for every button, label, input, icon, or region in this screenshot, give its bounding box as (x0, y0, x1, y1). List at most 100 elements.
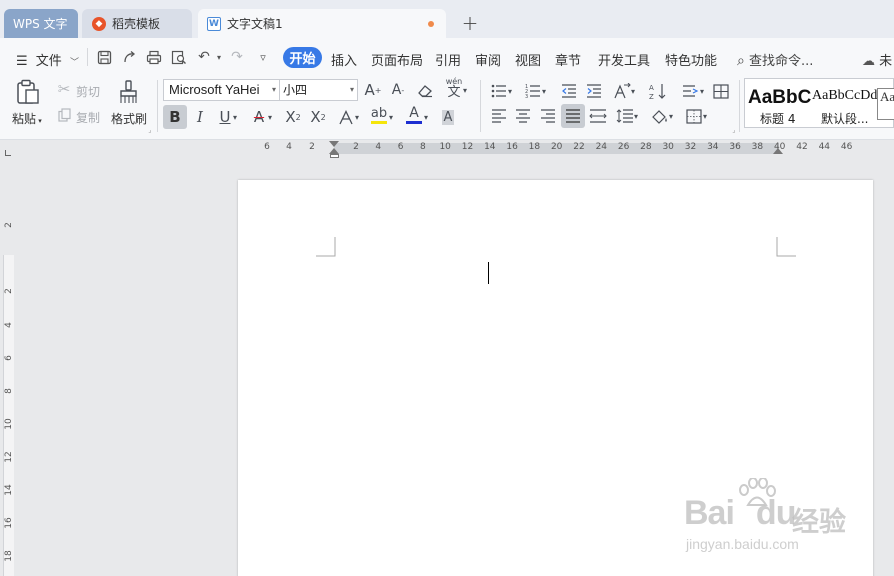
chevron-down-icon[interactable]: ▾ (386, 106, 396, 128)
tab-template[interactable]: ◆ 稻壳模板 (82, 9, 192, 38)
align-center-icon[interactable] (512, 105, 534, 127)
style-label: 默认段... (821, 112, 869, 126)
tab-insert[interactable]: 插入 (331, 50, 357, 69)
file-menu-button[interactable]: ☰ 文件 ﹀ (16, 50, 79, 69)
subscript-button[interactable]: X2 (307, 106, 329, 128)
sort-icon[interactable]: AZ (647, 80, 669, 102)
chevron-down-icon: ﹀ (69, 58, 79, 68)
ruler-number: 4 (4, 322, 14, 328)
hamburger-icon: ☰ (16, 54, 28, 69)
align-justify-button[interactable] (561, 104, 585, 128)
font-color-swatch (406, 121, 422, 124)
tab-review[interactable]: 审阅 (475, 50, 501, 69)
ruler-number: 14 (4, 484, 14, 496)
ruler-corner-tab-icon[interactable] (5, 150, 11, 156)
tab-page-layout[interactable]: 页面布局 (371, 50, 423, 69)
clear-format-icon[interactable] (414, 79, 436, 101)
tab-references[interactable]: 引用 (435, 50, 461, 69)
decrease-indent-icon[interactable] (558, 80, 580, 102)
cloud-status[interactable]: ☁ 未 (862, 50, 892, 69)
tab-chapter[interactable]: 章节 (555, 50, 581, 69)
ruler-number: 4 (286, 142, 292, 152)
chevron-down-icon[interactable]: ▾ (631, 105, 641, 127)
document-page[interactable] (238, 180, 873, 576)
chevron-down-icon[interactable]: ▾ (666, 105, 676, 127)
paste-button[interactable] (14, 78, 42, 106)
superscript-button[interactable]: X2 (282, 106, 304, 128)
chevron-down-icon[interactable]: ▾ (460, 79, 470, 101)
increase-indent-icon[interactable] (583, 80, 605, 102)
tab-document[interactable]: W 文字文稿1 (198, 9, 446, 38)
tab-start[interactable]: 开始 (283, 47, 322, 68)
right-indent-marker[interactable] (773, 148, 783, 154)
undo-dropdown-icon[interactable]: ▾ (210, 48, 228, 66)
chevron-down-icon[interactable]: ▾ (628, 80, 638, 102)
ruler-number: 16 (4, 517, 14, 529)
ruler-number: 30 (662, 142, 674, 152)
italic-button[interactable]: I (189, 106, 211, 128)
ruler-number: 6 (4, 355, 14, 361)
tab-special-features[interactable]: 特色功能 (665, 50, 717, 69)
left-indent-marker[interactable] (330, 154, 339, 158)
format-painter-icon[interactable] (116, 79, 142, 105)
ruler-number: 38 (751, 142, 764, 152)
ruler-number: 28 (640, 142, 652, 152)
print-preview-icon[interactable] (170, 48, 188, 66)
decrease-font-icon[interactable]: A- (387, 79, 409, 101)
style-gallery: AaBbC 标题 4 AaBbCcDd 默认段... Aa (744, 78, 894, 128)
search-icon: ⌕ (737, 53, 745, 69)
chevron-down-icon[interactable]: ▾ (421, 106, 431, 128)
export-pdf-icon[interactable] (120, 48, 138, 66)
clipboard-expand-icon[interactable]: ⌟ (146, 126, 154, 134)
chevron-down-icon[interactable]: ▾ (505, 80, 515, 102)
tab-view[interactable]: 视图 (515, 50, 541, 69)
cut-label[interactable]: 剪切 (76, 83, 100, 100)
bold-button[interactable]: B (163, 105, 187, 129)
style-next[interactable]: Aa (877, 88, 894, 120)
distributed-align-icon[interactable] (587, 105, 609, 127)
customize-toolbar-icon[interactable]: ▿ (254, 48, 272, 66)
chevron-down-icon[interactable]: ▾ (230, 106, 240, 128)
align-justify-icon (566, 109, 580, 123)
chevron-down-icon[interactable]: ▾ (539, 80, 549, 102)
word-doc-icon: W (207, 16, 221, 31)
chevron-down-icon[interactable]: ▾ (700, 105, 710, 127)
chevron-down-icon[interactable]: ▾ (697, 80, 707, 102)
chevron-down-icon[interactable]: ▾ (265, 106, 275, 128)
command-search[interactable]: ⌕ 查找命令... (737, 50, 813, 69)
align-right-icon[interactable] (537, 105, 559, 127)
increase-font-icon[interactable]: A + (362, 79, 384, 101)
format-painter-label[interactable]: 格式刷 (111, 110, 147, 127)
tab-label: WPS 文字 (13, 17, 68, 31)
scissors-icon[interactable]: ✂ (56, 80, 72, 98)
ribbon-start: 粘贴 ▾ ✂ 剪切 复制 格式刷 ⌟ Microsoft YaHei ▾ 小四 … (0, 74, 894, 140)
ruler-number: 26 (617, 142, 630, 152)
margin-corner-top-left (316, 237, 336, 257)
align-left-icon[interactable] (488, 105, 510, 127)
tab-label: 稻壳模板 (112, 17, 161, 31)
style-preview: AaBbCcDd (812, 88, 878, 103)
copy-icon[interactable] (56, 107, 72, 123)
redo-icon[interactable]: ↷ (228, 48, 246, 66)
style-preview: AaBbC (748, 87, 812, 108)
tab-wps-writer[interactable]: WPS 文字 (4, 9, 78, 38)
print-icon[interactable] (145, 48, 163, 66)
character-shading-icon[interactable]: A (437, 106, 459, 128)
chevron-down-icon: ▾ (36, 117, 42, 125)
ruler-number: 6 (397, 142, 404, 152)
save-icon[interactable] (95, 48, 113, 66)
font-family-select[interactable]: Microsoft YaHei ▾ (163, 79, 280, 101)
paste-label-button[interactable]: 粘贴 ▾ (12, 110, 42, 127)
ruler-number: 2 (353, 142, 359, 152)
new-tab-button[interactable]: + (458, 11, 482, 35)
copy-label[interactable]: 复制 (76, 109, 100, 126)
chevron-down-icon[interactable]: ▾ (352, 106, 362, 128)
font-size-select[interactable]: 小四 ▾ (279, 79, 358, 101)
tab-developer[interactable]: 开发工具 (598, 50, 650, 69)
table-grid-icon[interactable] (710, 80, 732, 102)
first-line-indent-marker[interactable] (329, 141, 339, 147)
vertical-ruler[interactable]: 2 2 4 6 8 10 12 14 16 18 (0, 158, 17, 576)
paragraph-expand-icon[interactable]: ⌟ (730, 126, 738, 134)
horizontal-ruler[interactable]: 6 4 2 2 4 6 8 10 12 14 16 18 20 22 24 26 28 30 32 34 36 38 40 4… (0, 141, 894, 158)
cloud-icon: ☁ (862, 54, 875, 69)
